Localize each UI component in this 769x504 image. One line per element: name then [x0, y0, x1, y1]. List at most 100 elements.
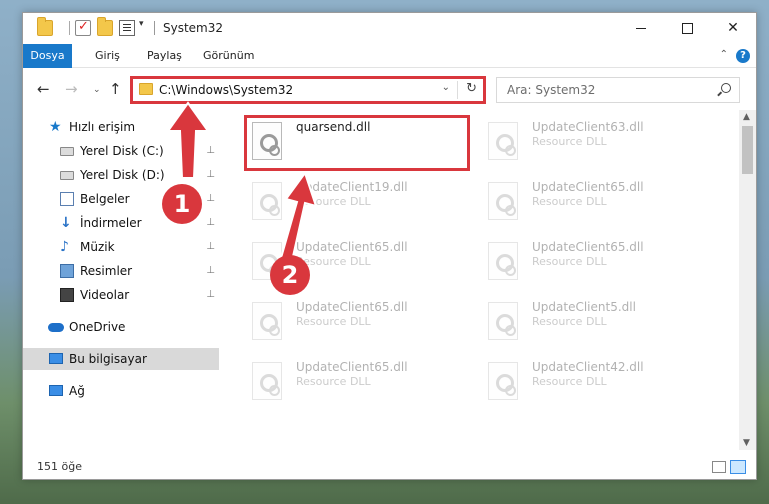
address-separator [457, 81, 458, 99]
file-item[interactable]: UpdateClient65.dll Resource DLL [246, 358, 476, 414]
sidebar-item-pictures[interactable]: Resimler ⊥ [23, 260, 219, 282]
sidebar-item-label: Ağ [69, 384, 85, 398]
file-name: UpdateClient65.dll [532, 180, 644, 194]
forward-arrow-icon[interactable]: → [65, 80, 78, 98]
tab-giris[interactable]: Giriş [83, 44, 132, 68]
sidebar-item-label: Yerel Disk (D:) [80, 168, 165, 182]
file-type: Resource DLL [532, 135, 607, 148]
dll-file-icon [488, 122, 518, 160]
file-item[interactable]: UpdateClient63.dll Resource DLL [482, 118, 712, 174]
file-name: UpdateClient65.dll [296, 240, 408, 254]
tab-paylas[interactable]: Paylaş [135, 44, 194, 68]
sidebar-item-network[interactable]: Ağ [23, 380, 219, 402]
pin-icon[interactable]: ⊥ [206, 140, 215, 162]
up-arrow-icon[interactable]: ↑ [109, 80, 122, 98]
tab-gorunum[interactable]: Görünüm [191, 44, 266, 68]
dll-file-icon [488, 182, 518, 220]
sidebar-item-label: Hızlı erişim [69, 120, 136, 134]
dll-file-icon [488, 242, 518, 280]
address-path[interactable]: C:\Windows\System32 [159, 83, 293, 97]
new-folder-icon[interactable] [97, 17, 113, 36]
help-icon[interactable]: ? [736, 49, 750, 63]
scroll-down-icon[interactable]: ▼ [743, 438, 750, 448]
file-item[interactable]: UpdateClient19.dll Resource DLL [246, 178, 476, 234]
address-dropdown-icon[interactable]: ⌄ [442, 82, 450, 93]
pin-icon[interactable]: ⊥ [206, 284, 215, 306]
sidebar-item-label: Belgeler [80, 192, 130, 206]
music-icon: ♪ [60, 239, 69, 255]
file-item[interactable]: UpdateClient65.dll Resource DLL [482, 178, 712, 234]
file-name: UpdateClient65.dll [296, 300, 408, 314]
scroll-thumb[interactable] [742, 126, 753, 174]
minimize-button[interactable] [618, 13, 664, 44]
file-item[interactable]: UpdateClient65.dll Resource DLL [482, 238, 712, 294]
large-icons-view-icon[interactable] [730, 460, 746, 474]
file-item-quarsend[interactable]: quarsend.dll [246, 118, 476, 174]
sidebar-item-label: İndirmeler [80, 216, 142, 230]
search-input[interactable]: Ara: System32 [496, 77, 740, 103]
pin-icon[interactable]: ⊥ [206, 188, 215, 210]
properties-check-icon[interactable] [75, 19, 91, 36]
vertical-scrollbar[interactable]: ▲ ▼ [739, 110, 756, 450]
file-type: Resource DLL [296, 195, 371, 208]
file-name: quarsend.dll [296, 120, 371, 134]
dll-file-icon [252, 122, 282, 160]
maximize-button[interactable] [664, 13, 710, 44]
sidebar-item-music[interactable]: ♪ Müzik ⊥ [23, 236, 219, 258]
file-name: UpdateClient19.dll [296, 180, 408, 194]
dll-file-icon [252, 182, 282, 220]
file-name: UpdateClient5.dll [532, 300, 636, 314]
back-arrow-icon[interactable]: ← [37, 80, 50, 98]
network-icon [49, 385, 63, 396]
file-item[interactable]: UpdateClient65.dll Resource DLL [246, 298, 476, 354]
step-badge-1: 1 [162, 184, 202, 224]
explorer-window: ▾ System32 ✕ Dosya Giriş Paylaş Görünüm … [22, 12, 757, 480]
sidebar-item-disk-d[interactable]: Yerel Disk (D:) ⊥ [23, 164, 219, 186]
file-name: UpdateClient65.dll [296, 360, 408, 374]
tab-dosya[interactable]: Dosya [23, 44, 72, 68]
download-icon: ↓ [60, 215, 72, 231]
close-button[interactable]: ✕ [710, 13, 756, 44]
sidebar-item-label: Videolar [80, 288, 130, 302]
sidebar-item-videos[interactable]: Videolar ⊥ [23, 284, 219, 306]
file-name: UpdateClient65.dll [532, 240, 644, 254]
sidebar-item-label: OneDrive [69, 320, 126, 334]
sidebar-item-onedrive[interactable]: OneDrive [23, 316, 219, 338]
sidebar-item-quick-access[interactable]: ★ Hızlı erişim [23, 116, 219, 138]
list-properties-icon[interactable] [119, 20, 135, 36]
pin-icon[interactable]: ⊥ [206, 164, 215, 186]
pin-icon[interactable]: ⊥ [206, 260, 215, 282]
dll-file-icon [488, 302, 518, 340]
ribbon-collapse-icon[interactable]: ⌃ [720, 49, 728, 60]
address-bar[interactable]: C:\Windows\System32 ⌄ ↻ [132, 77, 485, 103]
sidebar-item-this-pc[interactable]: Bu bilgisayar [23, 348, 219, 370]
pin-icon[interactable]: ⊥ [206, 212, 215, 234]
folder-icon[interactable] [37, 17, 53, 36]
sidebar-item-label: Resimler [80, 264, 133, 278]
star-icon: ★ [49, 119, 62, 135]
file-type: Resource DLL [532, 375, 607, 388]
navigation-pane: ★ Hızlı erişim Yerel Disk (C:) ⊥ Yerel D… [23, 110, 219, 450]
dll-file-icon [488, 362, 518, 400]
file-type: Resource DLL [532, 315, 607, 328]
navigation-bar: ← → ⌄ ↑ C:\Windows\System32 ⌄ ↻ Ara: Sys… [23, 68, 756, 110]
dll-file-icon [252, 362, 282, 400]
drive-icon [60, 147, 74, 156]
scroll-up-icon[interactable]: ▲ [743, 112, 750, 122]
qa-customize-dropdown[interactable]: ▾ [139, 19, 144, 29]
file-item[interactable]: UpdateClient42.dll Resource DLL [482, 358, 712, 414]
documents-icon [60, 192, 74, 206]
file-item[interactable]: UpdateClient5.dll Resource DLL [482, 298, 712, 354]
status-bar: 151 öğe [23, 454, 756, 479]
title-separator [154, 21, 155, 35]
videos-icon [60, 288, 74, 302]
title-bar: ▾ System32 ✕ [23, 13, 756, 44]
details-view-icon[interactable] [712, 461, 726, 473]
recent-locations-icon[interactable]: ⌄ [93, 85, 101, 95]
file-name: UpdateClient63.dll [532, 120, 644, 134]
sidebar-item-disk-c[interactable]: Yerel Disk (C:) ⊥ [23, 140, 219, 162]
pin-icon[interactable]: ⊥ [206, 236, 215, 258]
refresh-icon[interactable]: ↻ [466, 81, 477, 96]
search-icon[interactable] [721, 83, 731, 93]
sidebar-item-label: Müzik [80, 240, 115, 254]
